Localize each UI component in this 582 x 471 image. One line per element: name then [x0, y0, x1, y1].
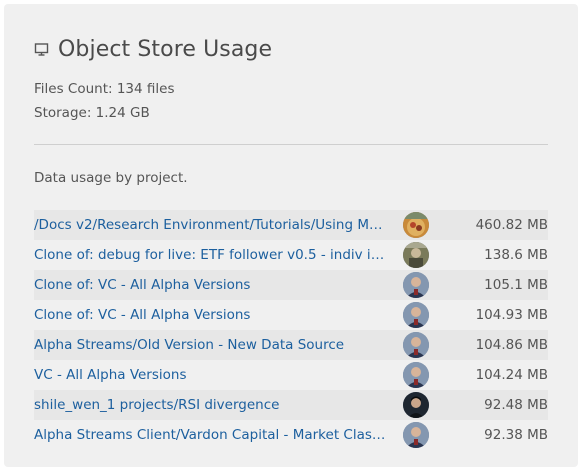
page-title: Object Store Usage — [58, 37, 273, 62]
avatar — [403, 212, 429, 238]
list-item: VC - All Alpha Versions 104.24 MB — [34, 360, 548, 390]
list-item: /Docs v2/Research Environment/Tutorials/… — [34, 210, 548, 240]
list-item: Alpha Streams/Old Version - New Data Sou… — [34, 330, 548, 360]
usage-size: 92.48 MB — [484, 397, 548, 413]
divider — [34, 144, 548, 145]
usage-size: 104.93 MB — [475, 307, 548, 323]
monitor-icon — [34, 42, 49, 57]
project-link[interactable]: Clone of: VC - All Alpha Versions — [34, 307, 386, 323]
project-link[interactable]: Clone of: VC - All Alpha Versions — [34, 277, 386, 293]
avatar — [403, 362, 429, 388]
list-item: Clone of: VC - All Alpha Versions 105.1 … — [34, 270, 548, 300]
list-item: shile_wen_1 projects/RSI divergence 92.4… — [34, 390, 548, 420]
project-link[interactable]: /Docs v2/Research Environment/Tutorials/… — [34, 217, 386, 233]
usage-size: 104.24 MB — [475, 367, 548, 383]
list-item: Clone of: VC - All Alpha Versions 104.93… — [34, 300, 548, 330]
avatar — [403, 242, 429, 268]
usage-size: 92.38 MB — [484, 427, 548, 443]
usage-size: 104.86 MB — [475, 337, 548, 353]
usage-size: 138.6 MB — [484, 247, 548, 263]
usage-size: 105.1 MB — [484, 277, 548, 293]
list-item: Alpha Streams Client/Vardon Capital - Ma… — [34, 420, 548, 450]
project-link[interactable]: VC - All Alpha Versions — [34, 367, 386, 383]
project-link[interactable]: shile_wen_1 projects/RSI divergence — [34, 397, 386, 413]
list-item: Clone of: debug for live: ETF follower v… — [34, 240, 548, 270]
card-header: Object Store Usage — [34, 37, 272, 62]
avatar — [403, 422, 429, 448]
project-usage-list: /Docs v2/Research Environment/Tutorials/… — [34, 210, 548, 450]
usage-size: 460.82 MB — [475, 217, 548, 233]
avatar — [403, 392, 429, 418]
storage-total: Storage: 1.24 GB — [34, 105, 150, 121]
usage-caption: Data usage by project. — [34, 170, 188, 186]
project-link[interactable]: Alpha Streams/Old Version - New Data Sou… — [34, 337, 386, 353]
avatar — [403, 272, 429, 298]
files-count: Files Count: 134 files — [34, 81, 175, 97]
avatar — [403, 302, 429, 328]
avatar — [403, 332, 429, 358]
project-link[interactable]: Alpha Streams Client/Vardon Capital - Ma… — [34, 427, 386, 443]
project-link[interactable]: Clone of: debug for live: ETF follower v… — [34, 247, 386, 263]
object-store-usage-card: Object Store Usage Files Count: 134 file… — [4, 4, 578, 467]
